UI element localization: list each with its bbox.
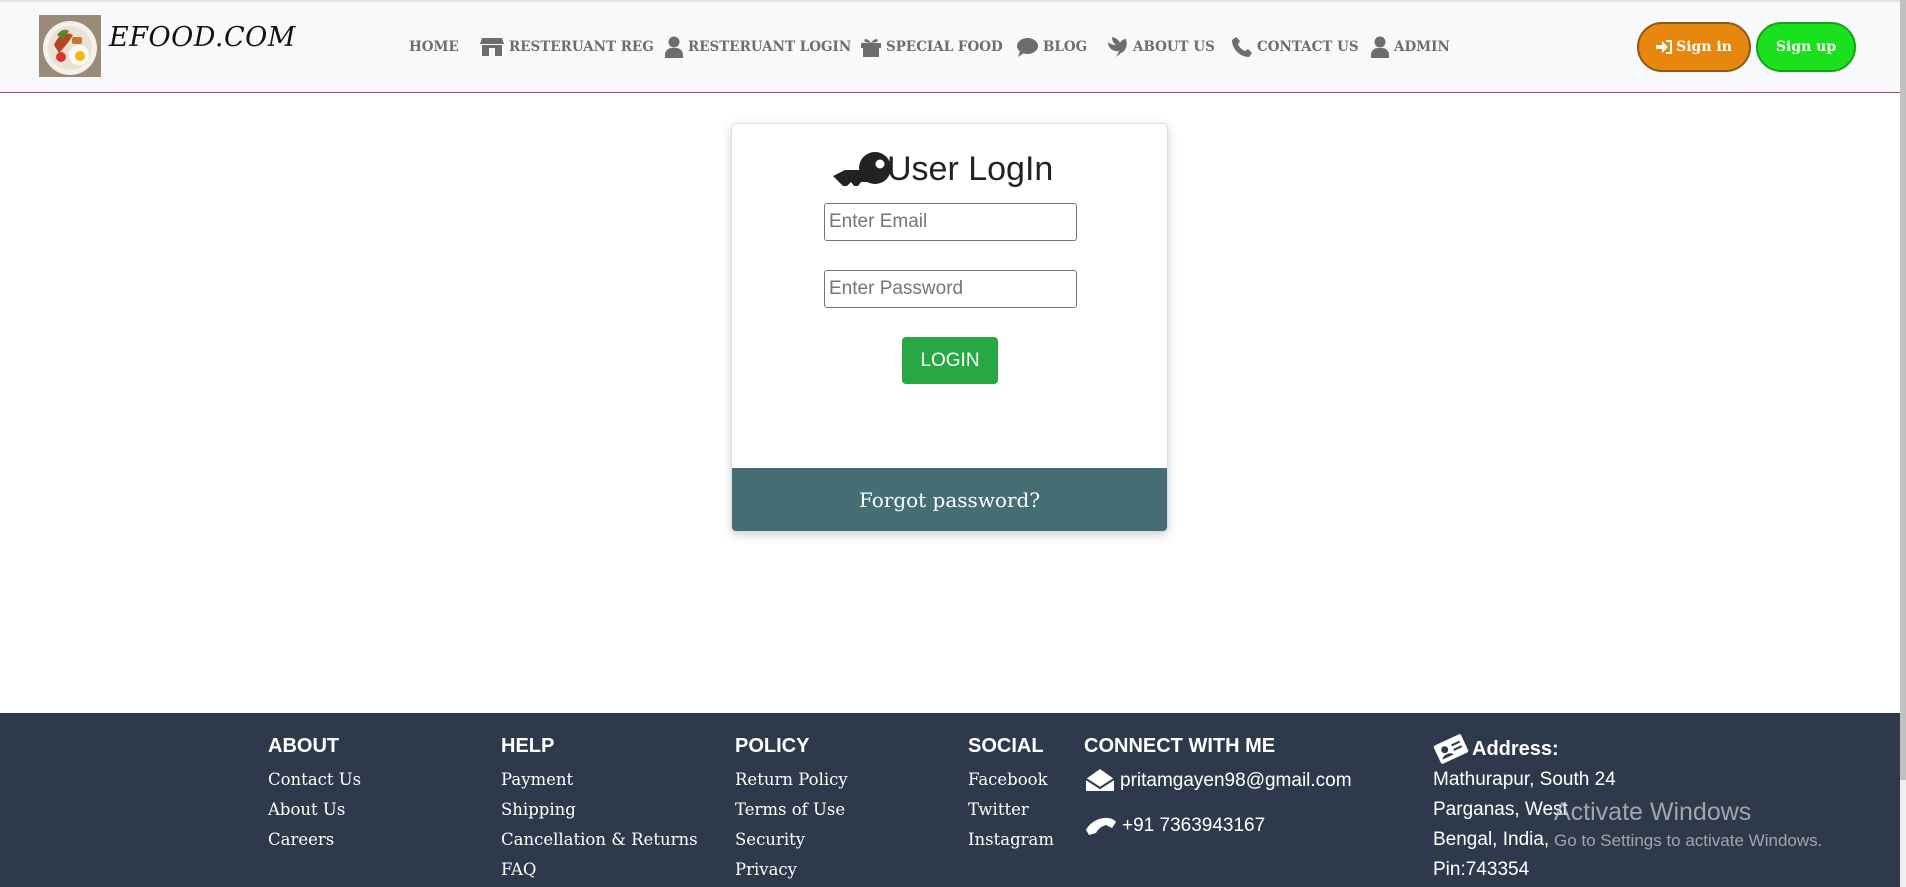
address-line-4: Pin:743354 bbox=[1433, 859, 1530, 880]
footer-help-heading: HELP bbox=[501, 735, 555, 757]
footer-link-security[interactable]: Security bbox=[735, 825, 848, 855]
nav-special-food-label: SPECIAL FOOD bbox=[886, 39, 1003, 55]
login-title-text: User LogIn bbox=[887, 150, 1054, 188]
footer-link-about-us[interactable]: About Us bbox=[268, 795, 361, 825]
sign-in-button[interactable]: Sign in bbox=[1637, 22, 1751, 72]
gift-icon bbox=[861, 39, 881, 57]
footer-link-privacy[interactable]: Privacy bbox=[735, 855, 848, 885]
contact-phone-text: +91 7363943167 bbox=[1122, 815, 1266, 836]
footer-link-terms[interactable]: Terms of Use bbox=[735, 795, 848, 825]
footer-policy: POLICY Return Policy Terms of Use Securi… bbox=[735, 735, 848, 885]
footer-policy-heading: POLICY bbox=[735, 735, 810, 757]
footer-link-payment[interactable]: Payment bbox=[501, 765, 698, 795]
nav-admin[interactable]: ADMIN bbox=[1371, 32, 1450, 62]
nav-about-us[interactable]: ABOUT US bbox=[1106, 32, 1215, 62]
forgot-password-link[interactable]: Forgot password? bbox=[732, 468, 1167, 531]
nav-about-us-label: ABOUT US bbox=[1133, 39, 1215, 55]
watermark-title: Activate Windows bbox=[1554, 798, 1752, 826]
windows-activation-watermark: Activate Windows Go to Settings to activ… bbox=[1554, 798, 1822, 851]
nav-special-food[interactable]: SPECIAL FOOD bbox=[861, 32, 1003, 62]
login-card: User LogIn LOGIN Forgot password? bbox=[731, 123, 1168, 532]
nav-admin-label: ADMIN bbox=[1394, 39, 1450, 55]
user-icon bbox=[1371, 36, 1389, 58]
password-input[interactable] bbox=[824, 270, 1077, 308]
sign-up-label: Sign up bbox=[1775, 39, 1837, 55]
footer-help: HELP Payment Shipping Cancellation & Ret… bbox=[501, 735, 698, 885]
footer-link-shipping[interactable]: Shipping bbox=[501, 795, 698, 825]
footer-about-heading: ABOUT bbox=[268, 735, 340, 757]
scrollbar-thumb[interactable] bbox=[1900, 0, 1906, 780]
sign-up-button[interactable]: Sign up bbox=[1756, 22, 1856, 72]
phone-icon bbox=[1086, 817, 1116, 835]
user-icon bbox=[665, 36, 683, 58]
footer-connect-heading: CONNECT WITH ME bbox=[1084, 735, 1276, 757]
watermark-subtitle: Go to Settings to activate Windows. bbox=[1554, 831, 1823, 850]
comment-icon bbox=[1017, 37, 1038, 57]
footer-address-heading: Address: bbox=[1472, 737, 1559, 760]
contact-email-text: pritamgayen98@gmail.com bbox=[1120, 770, 1352, 791]
footer-link-instagram[interactable]: Instagram bbox=[968, 825, 1054, 855]
contact-phone[interactable]: +91 7363943167 bbox=[1084, 811, 1352, 841]
nav-resteruant-reg-label: RESTERUANT REG bbox=[509, 39, 654, 55]
envelope-icon bbox=[1085, 769, 1115, 791]
footer-about: ABOUT Contact Us About Us Careers bbox=[268, 735, 361, 855]
sign-in-icon bbox=[1656, 40, 1673, 54]
store-icon bbox=[480, 38, 504, 56]
nav-home[interactable]: HOME bbox=[409, 32, 459, 62]
login-button[interactable]: LOGIN bbox=[902, 337, 998, 384]
footer-link-return-policy[interactable]: Return Policy bbox=[735, 765, 848, 795]
address-line-1: Mathurapur, South 24 bbox=[1433, 769, 1616, 790]
footer-connect: CONNECT WITH ME pritamgayen98@gmail.com … bbox=[1084, 735, 1352, 841]
footer-social-heading: SOCIAL bbox=[968, 735, 1044, 757]
nav-resteruant-login-label: RESTERUANT LOGIN bbox=[688, 39, 852, 55]
navbar: EFOOD.COM HOME RESTERUANT REG RESTERUANT… bbox=[0, 0, 1900, 93]
nav-home-label: HOME bbox=[409, 39, 459, 55]
page-scrollbar[interactable] bbox=[1900, 0, 1906, 887]
footer-link-cancellation[interactable]: Cancellation & Returns bbox=[501, 825, 698, 855]
nav-blog-label: BLOG bbox=[1043, 39, 1088, 55]
footer-link-faq[interactable]: FAQ bbox=[501, 855, 698, 885]
phone-icon bbox=[1232, 37, 1252, 57]
nav-blog[interactable]: BLOG bbox=[1017, 32, 1087, 62]
nav-contact-us-label: CONTACT US bbox=[1257, 39, 1359, 55]
contact-email[interactable]: pritamgayen98@gmail.com bbox=[1084, 765, 1352, 797]
address-card-icon bbox=[1433, 734, 1469, 764]
logo-image[interactable] bbox=[39, 15, 101, 77]
footer-address-heading-row: Address: bbox=[1433, 734, 1616, 764]
login-title: User LogIn bbox=[833, 147, 1053, 192]
footer-link-facebook[interactable]: Facebook bbox=[968, 765, 1054, 795]
footer-link-careers[interactable]: Careers bbox=[268, 825, 361, 855]
footer-social: SOCIAL Facebook Twitter Instagram bbox=[968, 735, 1054, 855]
brand-title[interactable]: EFOOD.COM bbox=[109, 22, 296, 53]
email-input[interactable] bbox=[824, 203, 1077, 241]
sign-in-label: Sign in bbox=[1676, 39, 1732, 55]
footer-link-twitter[interactable]: Twitter bbox=[968, 795, 1054, 825]
nav-contact-us[interactable]: CONTACT US bbox=[1232, 32, 1359, 62]
footer-link-contact-us[interactable]: Contact Us bbox=[268, 765, 361, 795]
dove-icon bbox=[1108, 37, 1127, 57]
key-icon bbox=[833, 151, 891, 186]
nav-resteruant-reg[interactable]: RESTERUANT REG bbox=[480, 32, 654, 62]
nav-resteruant-login[interactable]: RESTERUANT LOGIN bbox=[665, 32, 851, 62]
